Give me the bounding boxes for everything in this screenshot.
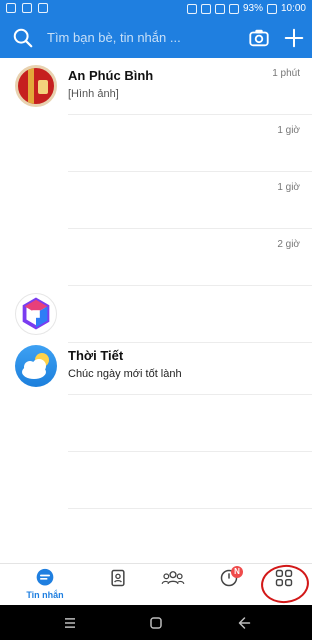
weather-icon: [22, 353, 49, 379]
tab-timeline[interactable]: N: [209, 566, 249, 602]
bluetooth-icon: [186, 3, 197, 14]
status-left-icons: [6, 3, 48, 13]
search-input[interactable]: Tìm bạn bè, tin nhắn ...: [47, 30, 181, 45]
notification-icon: [22, 3, 32, 13]
avatar-detail: [38, 80, 48, 94]
timeline-badge: N: [231, 566, 243, 578]
search-icon[interactable]: [12, 27, 34, 49]
back-icon[interactable]: [232, 613, 252, 633]
tab-groups[interactable]: [153, 568, 193, 602]
status-right: 93% 10:00: [186, 3, 306, 14]
app-logo-icon: [22, 297, 50, 330]
contacts-icon: [111, 569, 125, 587]
avatar: [15, 345, 57, 387]
recent-apps-icon[interactable]: [60, 613, 80, 633]
conversation-row[interactable]: 2 giờ: [0, 229, 312, 286]
wifi-icon: [214, 3, 225, 14]
home-icon[interactable]: [146, 613, 166, 633]
conversation-row[interactable]: An Phúc Bình [Hình ảnh] 1 phút: [0, 58, 312, 115]
conversation-preview: Chúc ngày mới tốt lành: [68, 368, 182, 380]
tab-messages[interactable]: Tin nhắn: [25, 568, 65, 602]
conversation-row[interactable]: Thời Tiết Chúc ngày mới tốt lành: [0, 338, 312, 395]
signal-icon: [228, 3, 239, 14]
conversation-name: An Phúc Bình: [68, 68, 154, 83]
tab-contacts[interactable]: [98, 568, 138, 602]
alarm-icon: [200, 3, 211, 14]
system-nav-bar: [0, 605, 312, 640]
tab-messages-label: Tin nhắn: [26, 590, 64, 600]
status-bar: 93% 10:00: [0, 0, 312, 18]
battery-percentage: 93%: [242, 3, 263, 14]
status-time: 10:00: [280, 3, 306, 14]
app-header: Tìm bạn bè, tin nhắn ...: [0, 18, 312, 58]
conversation-row[interactable]: 1 giờ: [0, 115, 312, 172]
plus-icon[interactable]: [283, 27, 305, 49]
conversation-time: 2 giờ: [277, 239, 300, 250]
notification-icon: [6, 3, 16, 13]
avatar-stripe: [28, 68, 34, 104]
empty-row: [0, 452, 312, 509]
battery-icon: [266, 3, 277, 14]
conversation-name: Thời Tiết: [68, 348, 124, 363]
empty-row: [0, 509, 312, 563]
conversation-time: 1 giờ: [277, 125, 300, 136]
avatar: [15, 65, 57, 107]
conversation-time: 1 giờ: [277, 182, 300, 193]
conversation-row[interactable]: 1 giờ: [0, 172, 312, 229]
conversation-time: 1 phút: [272, 68, 300, 79]
conversation-list: An Phúc Bình [Hình ảnh] 1 phút 1 giờ 1 g…: [0, 58, 312, 563]
conversation-preview: [Hình ảnh]: [68, 88, 119, 100]
qr-camera-icon[interactable]: [248, 27, 270, 49]
conversation-row[interactable]: [0, 286, 312, 343]
avatar: [15, 293, 57, 335]
message-icon: [36, 568, 54, 586]
groups-icon: [161, 571, 185, 585]
notification-icon: [38, 3, 48, 13]
empty-row: [0, 395, 312, 452]
